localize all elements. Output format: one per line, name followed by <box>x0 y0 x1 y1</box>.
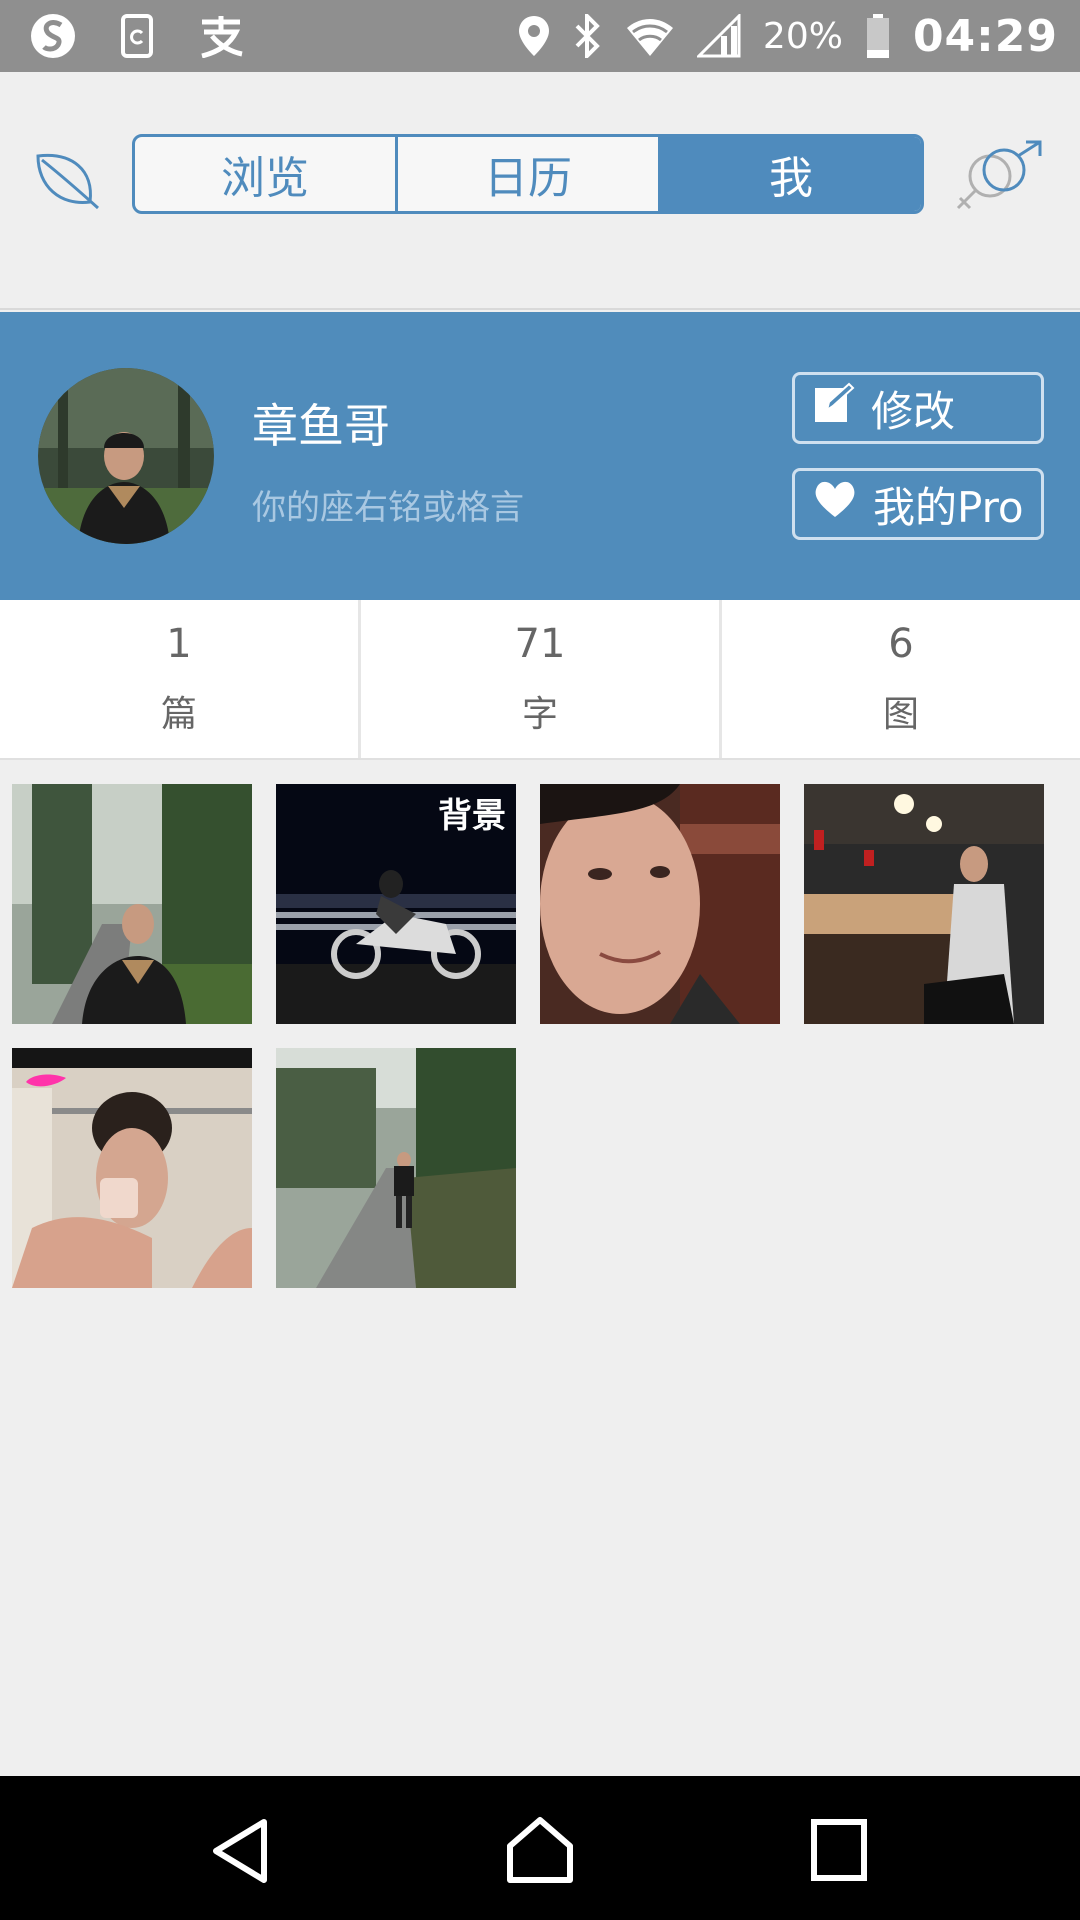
stat-posts-value: 1 <box>166 621 192 667</box>
clock: 04:29 <box>912 10 1058 62</box>
photo-thumbnail[interactable] <box>12 1048 252 1288</box>
stats-bar: 1 篇 71 字 6 图 <box>0 600 1080 760</box>
my-pro-label: 我的Pro <box>873 482 1024 532</box>
stat-posts[interactable]: 1 篇 <box>0 600 361 758</box>
header-divider <box>0 308 1080 310</box>
stat-words-value: 71 <box>514 621 566 667</box>
wifi-icon <box>625 14 675 58</box>
home-icon[interactable] <box>500 1816 580 1886</box>
tab-browse[interactable]: 浏览 <box>135 137 398 211</box>
photo-thumbnail[interactable] <box>12 784 252 1024</box>
gender-icon[interactable] <box>950 138 1050 218</box>
back-icon[interactable] <box>202 1816 282 1886</box>
tab-calendar[interactable]: 日历 <box>398 137 661 211</box>
profile-motto[interactable]: 你的座右铭或格言 <box>252 480 524 529</box>
edit-label: 修改 <box>871 386 956 436</box>
sogou-icon <box>28 11 78 61</box>
edit-button[interactable]: 修改 <box>792 372 1044 444</box>
avatar[interactable] <box>38 368 214 544</box>
battery-percent: 20% <box>762 15 843 57</box>
navigation-bar <box>0 1776 1080 1920</box>
stat-images-value: 6 <box>888 621 914 667</box>
signal-icon <box>696 14 741 58</box>
photo-thumbnail[interactable] <box>540 784 780 1024</box>
alipay-icon <box>196 14 246 58</box>
profile-banner: 章鱼哥 你的座右铭或格言 修改 我的Pro <box>0 312 1080 600</box>
photo-thumbnail[interactable]: 背景 <box>276 784 516 1024</box>
status-bar: 20% 04:29 <box>0 0 1080 72</box>
heart-icon <box>813 479 857 529</box>
profile-name: 章鱼哥 <box>252 399 390 453</box>
stat-posts-label: 篇 <box>160 694 197 735</box>
leaf-icon[interactable] <box>32 146 102 216</box>
my-pro-button[interactable]: 我的Pro <box>792 468 1044 540</box>
location-icon <box>517 14 551 58</box>
bluetooth-icon <box>573 14 603 58</box>
stat-words-label: 字 <box>521 694 558 735</box>
tab-bar: 浏览 日历 我 <box>132 134 924 214</box>
stat-images-label: 图 <box>882 694 919 735</box>
sim-sync-icon <box>120 13 154 59</box>
background-badge: 背景 <box>438 796 506 836</box>
photo-thumbnail[interactable] <box>276 1048 516 1288</box>
edit-icon <box>813 382 855 434</box>
tab-me[interactable]: 我 <box>661 137 921 211</box>
photo-thumbnail[interactable] <box>804 784 1044 1024</box>
recents-icon[interactable] <box>800 1816 880 1886</box>
top-header: 浏览 日历 我 <box>0 72 1080 310</box>
stat-images[interactable]: 6 图 <box>722 600 1080 758</box>
battery-icon <box>865 13 891 59</box>
stat-words[interactable]: 71 字 <box>361 600 722 758</box>
